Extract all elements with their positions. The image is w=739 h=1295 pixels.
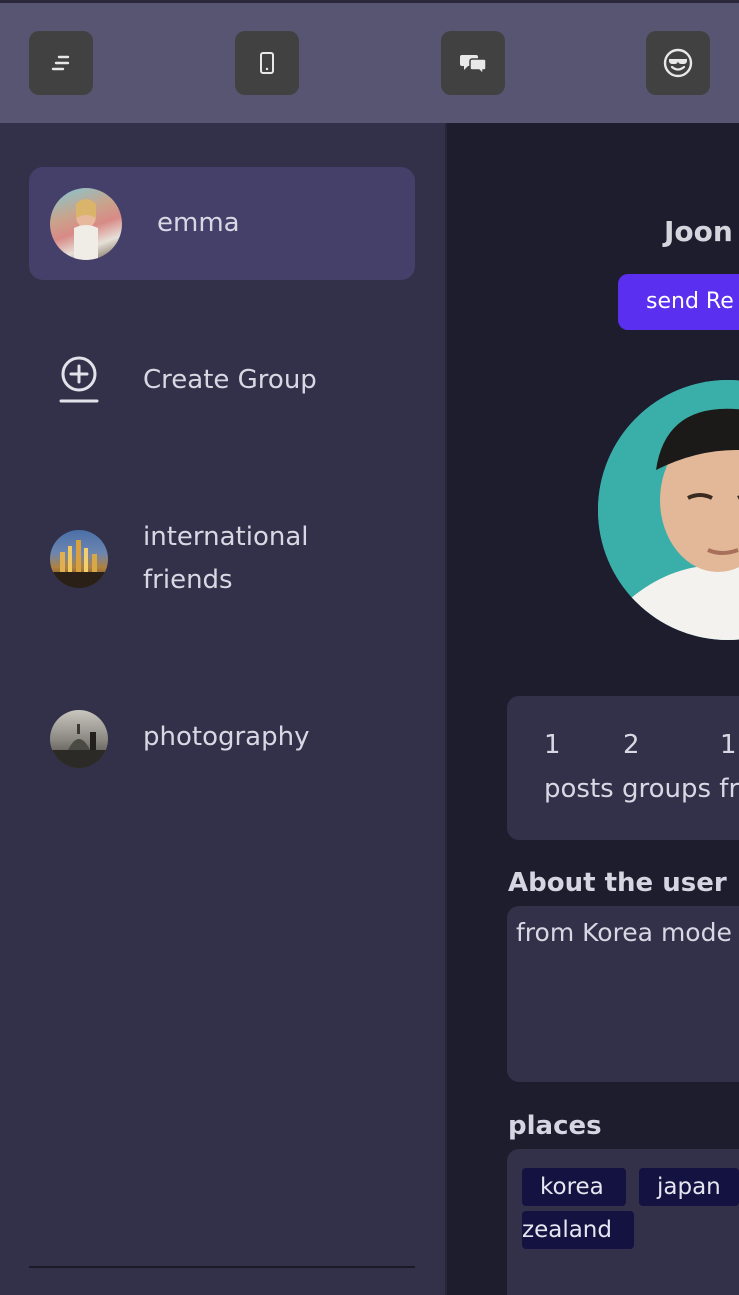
sidebar-item-label: emma <box>157 208 240 238</box>
profile-photo <box>598 380 739 640</box>
cool-smiley-icon <box>663 48 693 78</box>
chat-bubbles-icon <box>460 55 487 76</box>
sidebar-item-label: friends <box>143 565 233 595</box>
friends-count: 1 <box>720 730 737 760</box>
sidebar-item-label: photography <box>143 722 310 752</box>
about-text: from Korea mode <box>516 918 732 947</box>
add-circle-icon <box>59 356 99 403</box>
places-box: korea japan zealand <box>507 1149 739 1295</box>
avatar-photography <box>50 710 108 768</box>
phone-button[interactable] <box>235 31 299 95</box>
menu-lines-icon <box>51 55 70 71</box>
stats-labels: posts groups fr <box>544 774 739 804</box>
groups-count: 2 <box>623 730 640 760</box>
avatar-emma <box>50 188 122 260</box>
chat-button[interactable] <box>441 31 505 95</box>
about-box: from Korea mode <box>507 906 739 1082</box>
places-title: places <box>508 1111 602 1141</box>
sidebar-item-label: Create Group <box>143 365 317 395</box>
menu-button[interactable] <box>29 31 93 95</box>
send-request-button[interactable]: send Re <box>618 274 739 330</box>
top-toolbar <box>0 0 739 123</box>
emoji-button[interactable] <box>646 31 710 95</box>
posts-count: 1 <box>544 730 561 760</box>
sidebar-divider <box>29 1266 415 1268</box>
phone-icon <box>260 52 274 74</box>
profile-name: Joon <box>664 215 733 248</box>
place-tag: japan <box>639 1168 739 1206</box>
place-tag: zealand <box>522 1211 634 1249</box>
stats-card: 1 2 1 posts groups fr <box>507 696 739 840</box>
about-title: About the user <box>508 868 727 898</box>
profile-panel: Joon send Re 1 2 1 posts groups fr About… <box>447 123 739 1295</box>
place-tag: korea <box>522 1168 626 1206</box>
avatar-international-friends <box>50 530 108 588</box>
sidebar-item-label: international <box>143 522 309 552</box>
